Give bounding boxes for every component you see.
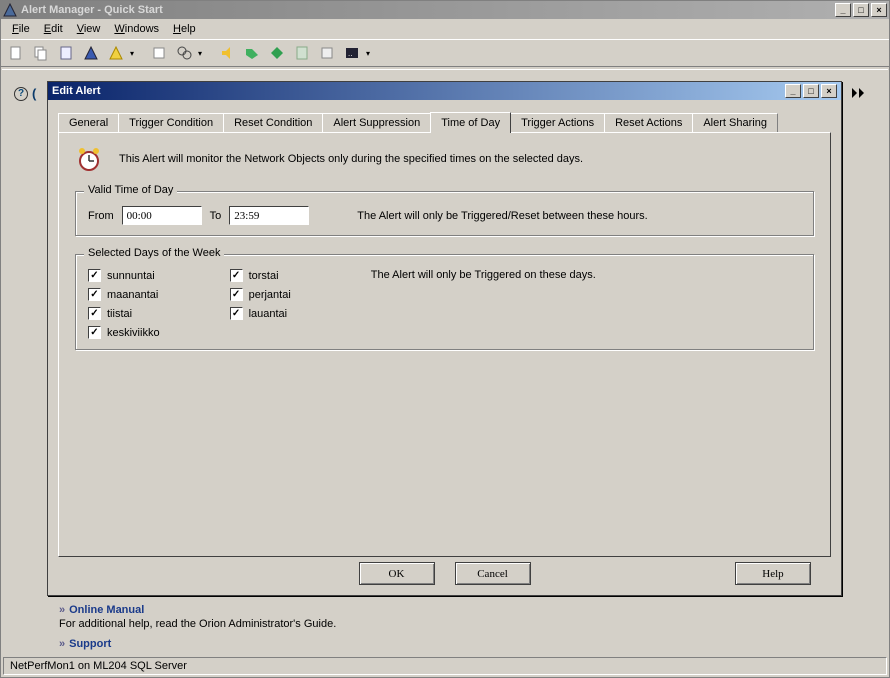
tb-doc-icon[interactable] <box>55 42 77 64</box>
day-label: keskiviikko <box>107 327 160 339</box>
day-label: torstai <box>249 270 279 282</box>
from-label: From <box>88 210 114 222</box>
dialog-maximize-button[interactable]: □ <box>803 84 819 98</box>
dialog-titlebar: Edit Alert _ □ × <box>48 82 841 100</box>
tab-general[interactable]: General <box>58 113 119 132</box>
dialog-window-controls: _ □ × <box>785 84 837 98</box>
day-checkbox-maanantai[interactable]: ✓maanantai <box>88 288 160 301</box>
toolbar: ▾ ▾ .. ▾ <box>1 39 889 67</box>
menu-help[interactable]: Help <box>166 21 203 37</box>
help-icon: ? <box>14 87 28 101</box>
tb-sound-icon[interactable] <box>216 42 238 64</box>
day-checkbox-keskiviikko[interactable]: ✓keskiviikko <box>88 326 160 339</box>
dialog-title: Edit Alert <box>52 85 785 97</box>
quickstart-links: » Online Manual For additional help, rea… <box>59 604 336 650</box>
tab-alert-suppression[interactable]: Alert Suppression <box>322 113 431 132</box>
to-label: To <box>210 210 222 222</box>
bullet-icon: » <box>59 604 65 616</box>
main-title: Alert Manager - Quick Start <box>21 4 835 16</box>
valid-time-group: Valid Time of Day From To The Alert will… <box>75 191 814 236</box>
tab-trigger-condition[interactable]: Trigger Condition <box>118 113 224 132</box>
day-label: tiistai <box>107 308 132 320</box>
tb-copy2-icon[interactable] <box>148 42 170 64</box>
minimize-button[interactable]: _ <box>835 3 851 17</box>
tab-alert-sharing[interactable]: Alert Sharing <box>692 113 778 132</box>
tb-cmd-icon[interactable]: .. <box>341 42 363 64</box>
menu-view[interactable]: View <box>70 21 108 37</box>
intro-text: This Alert will monitor the Network Obje… <box>119 153 583 165</box>
day-label: maanantai <box>107 289 158 301</box>
day-checkbox-tiistai[interactable]: ✓tiistai <box>88 307 160 320</box>
day-label: perjantai <box>249 289 291 301</box>
main-titlebar: Alert Manager - Quick Start _ □ × <box>1 1 889 19</box>
online-manual-desc: For additional help, read the Orion Admi… <box>59 618 336 630</box>
close-button[interactable]: × <box>871 3 887 17</box>
menu-file[interactable]: File <box>5 21 37 37</box>
tab-trigger-actions[interactable]: Trigger Actions <box>510 113 605 132</box>
online-manual-link[interactable]: Online Manual <box>69 604 144 616</box>
nav-arrows[interactable] <box>848 86 868 103</box>
from-time-input[interactable] <box>122 206 202 225</box>
quickstart-header-icon: ? ( <box>14 86 36 101</box>
menu-edit[interactable]: Edit <box>37 21 70 37</box>
days-legend: Selected Days of the Week <box>84 247 224 259</box>
main-window-controls: _ □ × <box>835 3 887 17</box>
tb-alert-blue-icon[interactable] <box>80 42 102 64</box>
main-window: Alert Manager - Quick Start _ □ × File E… <box>0 0 890 678</box>
day-label: sunnuntai <box>107 270 155 282</box>
maximize-button[interactable]: □ <box>853 3 869 17</box>
tb-doc2-icon[interactable] <box>291 42 313 64</box>
menu-windows[interactable]: Windows <box>107 21 166 37</box>
day-label: lauantai <box>249 308 288 320</box>
tb-new-icon[interactable] <box>5 42 27 64</box>
tb-alert-yellow-icon[interactable] <box>105 42 127 64</box>
alarm-clock-icon <box>75 145 103 173</box>
quickstart-partial-text: ( <box>32 86 36 101</box>
cancel-button[interactable]: Cancel <box>455 562 531 585</box>
help-button[interactable]: Help <box>735 562 811 585</box>
bullet-icon: » <box>59 638 65 650</box>
dialog-close-button[interactable]: × <box>821 84 837 98</box>
dialog-button-row: OK Cancel <box>48 562 841 585</box>
app-icon <box>3 3 17 17</box>
tab-strip: General Trigger Condition Reset Conditio… <box>58 110 831 132</box>
day-checkbox-perjantai[interactable]: ✓perjantai <box>230 288 291 301</box>
valid-time-legend: Valid Time of Day <box>84 184 177 196</box>
status-text: NetPerfMon1 on ML204 SQL Server <box>10 660 187 672</box>
valid-time-hint: The Alert will only be Triggered/Reset b… <box>357 210 647 222</box>
day-checkbox-lauantai[interactable]: ✓lauantai <box>230 307 291 320</box>
tb-diamond-icon[interactable] <box>266 42 288 64</box>
days-group: Selected Days of the Week ✓sunnuntai ✓ma… <box>75 254 814 350</box>
day-checkbox-sunnuntai[interactable]: ✓sunnuntai <box>88 269 160 282</box>
tab-reset-actions[interactable]: Reset Actions <box>604 113 693 132</box>
tb-tag-icon[interactable] <box>241 42 263 64</box>
days-hint: The Alert will only be Triggered on thes… <box>371 269 596 339</box>
day-checkbox-torstai[interactable]: ✓torstai <box>230 269 291 282</box>
ok-button[interactable]: OK <box>359 562 435 585</box>
tab-time-of-day[interactable]: Time of Day <box>430 112 511 133</box>
statusbar: NetPerfMon1 on ML204 SQL Server <box>3 657 887 675</box>
tb-copy-icon[interactable] <box>30 42 52 64</box>
tab-reset-condition[interactable]: Reset Condition <box>223 113 323 132</box>
tb-find-icon[interactable] <box>173 42 195 64</box>
edit-alert-dialog: Edit Alert _ □ × General Trigger Conditi… <box>47 81 842 596</box>
tab-content: This Alert will monitor the Network Obje… <box>58 132 831 557</box>
support-link[interactable]: Support <box>69 638 111 650</box>
dialog-minimize-button[interactable]: _ <box>785 84 801 98</box>
to-time-input[interactable] <box>229 206 309 225</box>
tb-page-icon[interactable] <box>316 42 338 64</box>
menubar: File Edit View Windows Help <box>1 19 889 39</box>
svg-text:..: .. <box>348 49 352 58</box>
